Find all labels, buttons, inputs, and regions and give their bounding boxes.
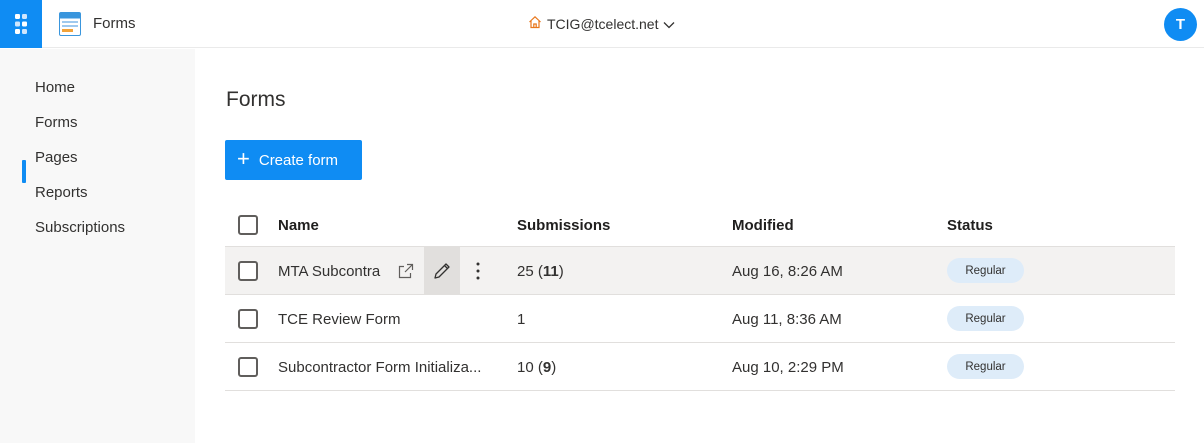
forms-table: Name Submissions Modified Status MTA Sub… [225,203,1175,391]
column-header-name[interactable]: Name [278,217,319,234]
modified-date: Aug 10, 2:29 PM [732,359,844,376]
submissions-count: 1 [517,311,526,328]
create-form-button[interactable]: + Create form [225,140,362,180]
forms-app-icon [59,12,81,36]
select-all-checkbox[interactable] [238,215,258,235]
column-header-submissions[interactable]: Submissions [517,217,610,234]
page-title: Forms [226,88,286,111]
table-row[interactable]: MTA Subcontra 25 (11) Aug 16, 8:26 AM Re… [225,247,1175,295]
submissions-count: 10 (9) [517,359,557,376]
create-form-label: Create form [258,151,339,169]
modified-date: Aug 16, 8:26 AM [732,263,843,280]
active-nav-indicator [22,160,26,183]
table-row[interactable]: TCE Review Form 1 Aug 11, 8:36 AM Regula… [225,295,1175,343]
open-in-new-icon[interactable] [395,247,417,294]
status-badge: Regular [947,306,1024,331]
form-name[interactable]: TCE Review Form [278,311,401,328]
sidebar-item-pages[interactable]: Pages [35,149,78,166]
table-header: Name Submissions Modified Status [225,203,1175,247]
row-checkbox[interactable] [238,261,258,281]
app-title: Forms [93,15,136,32]
table-row[interactable]: Subcontractor Form Initializa... 10 (9) … [225,343,1175,391]
sidebar-item-subscriptions[interactable]: Subscriptions [35,219,125,236]
form-name[interactable]: Subcontractor Form Initializa... [278,359,481,376]
waffle-icon[interactable] [0,0,42,48]
modified-date: Aug 11, 8:36 AM [732,311,842,328]
status-badge: Regular [947,258,1024,283]
column-header-status[interactable]: Status [947,217,993,234]
sidebar-item-reports[interactable]: Reports [35,184,88,201]
home-icon [528,15,542,32]
chevron-down-icon [663,16,675,32]
more-vertical-icon[interactable] [467,247,489,294]
row-checkbox[interactable] [238,357,258,377]
submissions-count: 25 (11) [517,263,564,280]
sidebar-item-forms[interactable]: Forms [35,114,78,131]
top-bar: Forms TCIG@tcelect.net T [0,0,1204,48]
plus-icon: + [237,146,250,171]
sidebar: Home Forms Pages Reports Subscriptions [0,49,195,443]
status-badge: Regular [947,354,1024,379]
tenant-switcher[interactable]: TCIG@tcelect.net [528,15,675,32]
column-header-modified[interactable]: Modified [732,217,794,234]
form-name[interactable]: MTA Subcontra [278,263,388,280]
sidebar-item-home[interactable]: Home [35,79,75,96]
pencil-icon[interactable] [424,247,460,294]
tenant-label: TCIG@tcelect.net [547,15,659,32]
row-checkbox[interactable] [238,309,258,329]
avatar[interactable]: T [1164,8,1197,41]
